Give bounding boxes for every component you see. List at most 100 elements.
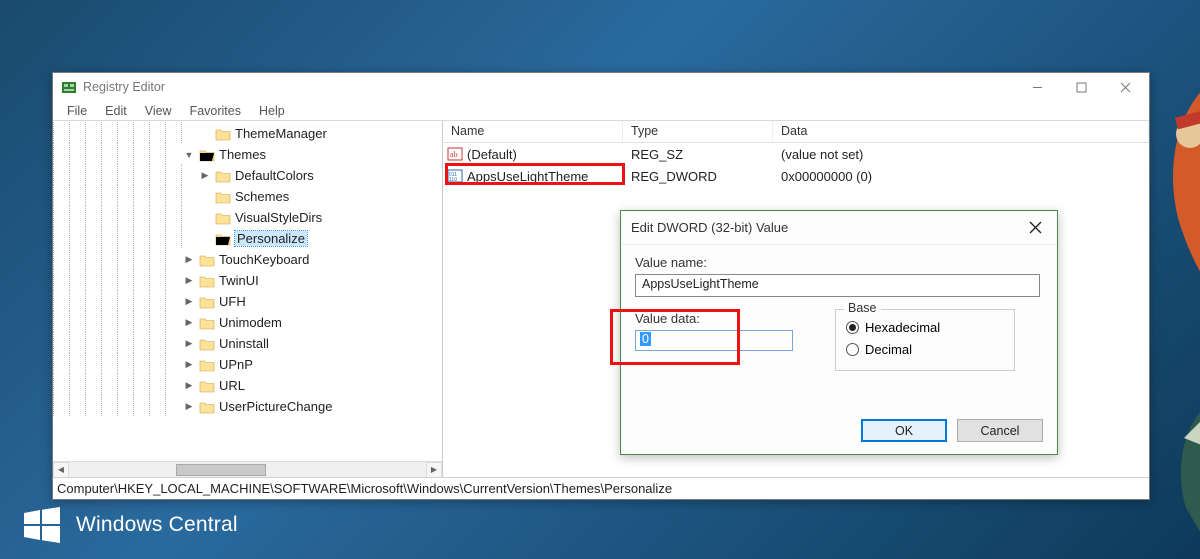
tree-item-label: UFH — [219, 294, 246, 309]
tree-item[interactable]: ▶ UPnP — [53, 354, 442, 375]
value-name-field[interactable]: AppsUseLightTheme — [635, 274, 1040, 297]
value-data-label: Value data: — [635, 311, 795, 326]
value-type-icon: ab — [447, 146, 463, 162]
expander-icon[interactable] — [197, 123, 213, 144]
minimize-button[interactable] — [1015, 73, 1059, 101]
expander-icon[interactable]: ▶ — [181, 249, 197, 270]
dialog-body: Value name: AppsUseLightTheme Value data… — [621, 245, 1057, 419]
menu-edit[interactable]: Edit — [97, 102, 135, 120]
tree-item-label: Schemes — [235, 189, 289, 204]
tree-item-label: URL — [219, 378, 245, 393]
radio-dec-label: Decimal — [865, 342, 912, 357]
list-row[interactable]: ab(Default)REG_SZ(value not set) — [443, 143, 1149, 165]
scrollbar-track[interactable] — [69, 462, 426, 478]
col-type[interactable]: Type — [623, 121, 773, 142]
expander-icon[interactable] — [197, 228, 213, 249]
tree-item-label: UserPictureChange — [219, 399, 332, 414]
expander-icon[interactable] — [197, 207, 213, 228]
folder-icon — [199, 148, 215, 162]
tree-item[interactable]: ▶ TouchKeyboard — [53, 249, 442, 270]
menu-favorites[interactable]: Favorites — [182, 102, 249, 120]
edit-dword-dialog: Edit DWORD (32-bit) Value Value name: Ap… — [620, 210, 1058, 455]
tree-item-label: TouchKeyboard — [219, 252, 309, 267]
expander-icon[interactable]: ▶ — [181, 312, 197, 333]
tree-item-label: ThemeManager — [235, 126, 327, 141]
tree-item-label: UPnP — [219, 357, 253, 372]
list-rows: ab(Default)REG_SZ(value not set)011110Ap… — [443, 143, 1149, 187]
svg-text:110: 110 — [449, 177, 457, 183]
list-row[interactable]: 011110AppsUseLightThemeREG_DWORD0x000000… — [443, 165, 1149, 187]
tree-item[interactable]: Schemes — [53, 186, 442, 207]
expander-icon[interactable]: ▶ — [197, 165, 213, 186]
folder-icon — [199, 337, 215, 351]
expander-icon[interactable]: ▶ — [181, 375, 197, 396]
tree-item[interactable]: ▶Unimodem — [53, 312, 442, 333]
value-data: 0x00000000 (0) — [773, 169, 1149, 184]
close-button[interactable] — [1103, 73, 1147, 101]
tree-item[interactable]: VisualStyleDirs — [53, 207, 442, 228]
tree-item-label: DefaultColors — [235, 168, 314, 183]
tree-item[interactable]: ▶ URL — [53, 375, 442, 396]
menu-view[interactable]: View — [137, 102, 180, 120]
tree-item[interactable]: ▶ TwinUI — [53, 270, 442, 291]
cancel-button[interactable]: Cancel — [957, 419, 1043, 442]
expander-icon[interactable]: ▶ — [181, 291, 197, 312]
tree-item-label: TwinUI — [219, 273, 259, 288]
tree-item[interactable]: ThemeManager — [53, 123, 442, 144]
folder-icon — [199, 253, 215, 267]
svg-text:ab: ab — [450, 150, 458, 159]
folder-icon — [199, 358, 215, 372]
expander-icon[interactable]: ▶ — [181, 333, 197, 354]
menu-help[interactable]: Help — [251, 102, 293, 120]
tree-item[interactable]: Personalize — [53, 228, 442, 249]
tree-item[interactable]: ▶ UFH — [53, 291, 442, 312]
radio-icon — [846, 343, 859, 356]
value-type: REG_DWORD — [623, 169, 773, 184]
list-header: Name Type Data — [443, 121, 1149, 143]
expander-icon[interactable]: ▶ — [181, 354, 197, 375]
folder-icon — [215, 232, 231, 246]
expander-icon[interactable]: ▶ — [181, 270, 197, 291]
expander-icon[interactable]: ▼ — [181, 144, 197, 165]
scroll-left-icon[interactable]: ◀ — [53, 462, 69, 478]
scrollbar-thumb[interactable] — [176, 464, 266, 476]
watermark: Windows Central — [22, 505, 238, 545]
tree-item[interactable]: ▶ UserPictureChange — [53, 396, 442, 417]
value-type: REG_SZ — [623, 147, 773, 162]
watermark-text: Windows Central — [76, 513, 238, 537]
folder-icon — [215, 127, 231, 141]
expander-icon[interactable]: ▶ — [181, 396, 197, 417]
radio-hexadecimal[interactable]: Hexadecimal — [846, 316, 1004, 338]
menu-file[interactable]: File — [59, 102, 95, 120]
dialog-title: Edit DWORD (32-bit) Value — [631, 220, 1023, 235]
dialog-titlebar: Edit DWORD (32-bit) Value — [621, 211, 1057, 245]
folder-icon — [199, 274, 215, 288]
maximize-button[interactable] — [1059, 73, 1103, 101]
expander-icon[interactable] — [197, 186, 213, 207]
tree-item-label: VisualStyleDirs — [235, 210, 322, 225]
tree[interactable]: ThemeManager▼Themes▶DefaultColorsSchemes… — [53, 121, 442, 461]
tree-item[interactable]: ▶Uninstall — [53, 333, 442, 354]
base-groupbox: Base Hexadecimal Decimal — [835, 309, 1015, 371]
scroll-right-icon[interactable]: ▶ — [426, 462, 442, 478]
window-title: Registry Editor — [83, 80, 1015, 94]
radio-icon — [846, 321, 859, 334]
folder-icon — [199, 295, 215, 309]
dialog-close-button[interactable] — [1023, 216, 1047, 240]
tree-item[interactable]: ▼Themes — [53, 144, 442, 165]
ok-button[interactable]: OK — [861, 419, 947, 442]
value-name: (Default) — [467, 147, 517, 162]
col-name[interactable]: Name — [443, 121, 623, 142]
window-controls — [1015, 73, 1147, 101]
dialog-buttons: OK Cancel — [621, 419, 1057, 454]
tree-item[interactable]: ▶ DefaultColors — [53, 165, 442, 186]
horizontal-scrollbar[interactable]: ◀ ▶ — [53, 461, 442, 477]
col-data[interactable]: Data — [773, 121, 1149, 142]
menubar: File Edit View Favorites Help — [53, 101, 1149, 121]
tree-pane: ThemeManager▼Themes▶DefaultColorsSchemes… — [53, 121, 443, 477]
radio-decimal[interactable]: Decimal — [846, 338, 1004, 360]
status-path: Computer\HKEY_LOCAL_MACHINE\SOFTWARE\Mic… — [53, 477, 1149, 499]
folder-icon — [215, 211, 231, 225]
folder-icon — [215, 169, 231, 183]
value-data-field[interactable]: 0 — [635, 330, 793, 351]
